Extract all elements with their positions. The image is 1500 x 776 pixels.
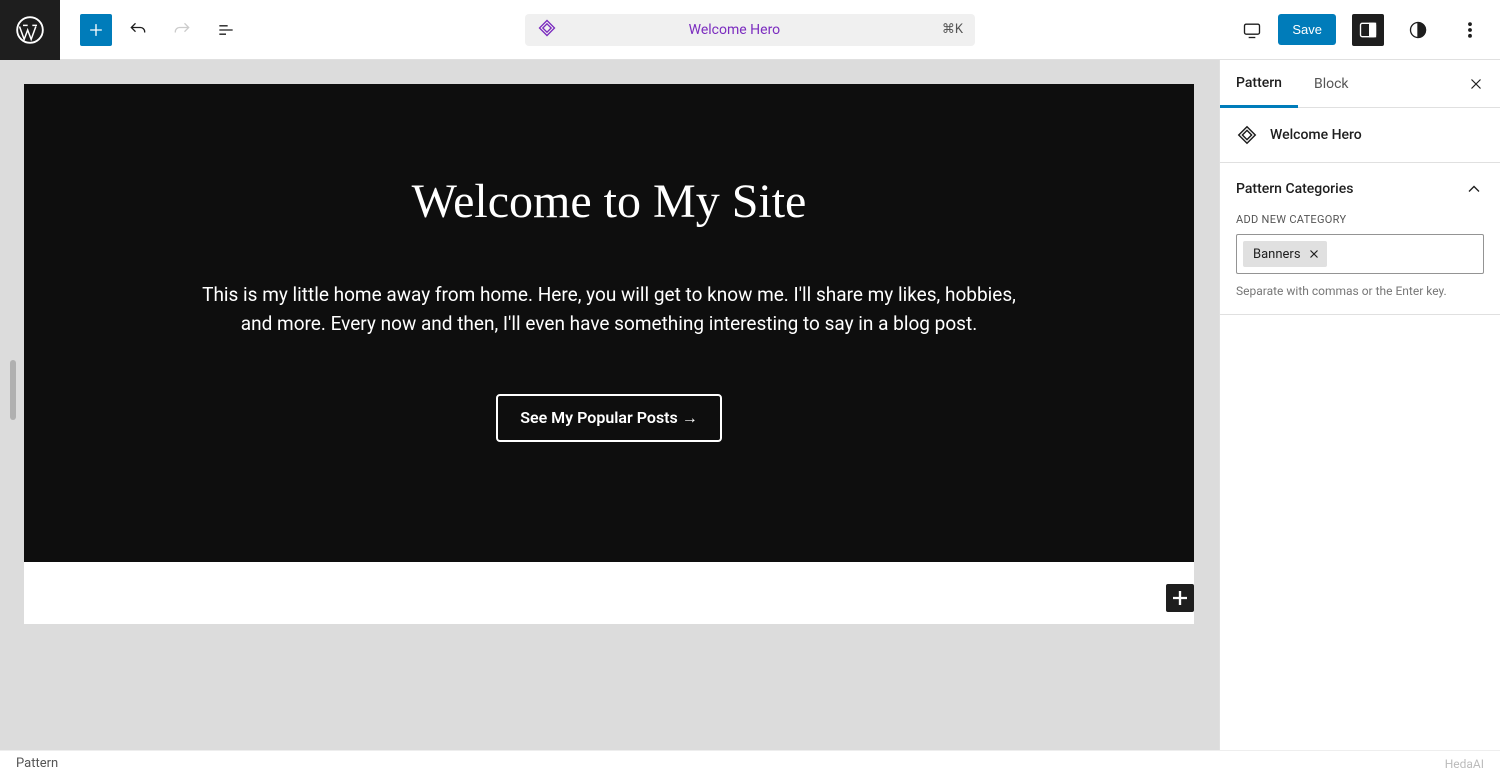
hero-cta-button[interactable]: See My Popular Posts →: [496, 394, 722, 442]
pattern-icon: [1236, 124, 1258, 146]
toolbar-right-group: Save: [1226, 12, 1500, 48]
close-icon: [1467, 75, 1485, 93]
tab-block[interactable]: Block: [1298, 60, 1365, 107]
options-menu-button[interactable]: [1452, 12, 1488, 48]
top-toolbar: Welcome Hero ⌘K Save: [0, 0, 1500, 60]
close-sidebar-button[interactable]: [1460, 68, 1492, 100]
category-tag-chip: Banners: [1243, 241, 1327, 267]
wordpress-logo-button[interactable]: [0, 0, 60, 60]
category-tag-input[interactable]: Banners: [1236, 234, 1484, 274]
document-title: Welcome Hero: [535, 22, 934, 38]
workspace: Welcome to My Site This is my little hom…: [0, 60, 1500, 750]
pattern-categories-panel: Pattern Categories ADD NEW CATEGORY Bann…: [1220, 163, 1500, 315]
settings-sidebar: Pattern Block Welcome Hero Pattern Categ…: [1219, 60, 1500, 750]
category-help-text: Separate with commas or the Enter key.: [1236, 284, 1484, 298]
chevron-up-icon: [1464, 179, 1484, 199]
pattern-summary-row[interactable]: Welcome Hero: [1220, 108, 1500, 163]
add-category-label: ADD NEW CATEGORY: [1236, 213, 1484, 226]
pattern-name-label: Welcome Hero: [1270, 127, 1362, 143]
kebab-icon: [1460, 20, 1480, 40]
undo-button[interactable]: [120, 12, 156, 48]
contrast-icon: [1408, 20, 1428, 40]
hero-cover-block[interactable]: Welcome to My Site This is my little hom…: [24, 84, 1194, 562]
hero-heading[interactable]: Welcome to My Site: [144, 174, 1074, 229]
styles-button[interactable]: [1400, 12, 1436, 48]
panel-toggle-categories[interactable]: Pattern Categories: [1236, 179, 1484, 199]
settings-sidebar-toggle[interactable]: [1352, 14, 1384, 46]
editor-canvas[interactable]: Welcome to My Site This is my little hom…: [24, 84, 1194, 624]
editor-footer: Pattern HedaAI: [0, 750, 1500, 776]
view-button[interactable]: [1234, 12, 1270, 48]
wordpress-icon: [16, 16, 44, 44]
editor-canvas-area: Welcome to My Site This is my little hom…: [0, 60, 1219, 750]
redo-icon: [172, 20, 192, 40]
list-view-icon: [216, 20, 236, 40]
category-text-field[interactable]: [1331, 241, 1477, 267]
tab-pattern[interactable]: Pattern: [1220, 61, 1298, 108]
resize-handle-left[interactable]: [10, 360, 16, 420]
block-breadcrumb[interactable]: Pattern: [16, 756, 58, 771]
panel-title: Pattern Categories: [1236, 181, 1353, 197]
hero-paragraph[interactable]: This is my little home away from home. H…: [199, 281, 1019, 338]
sidebar-tabs: Pattern Block: [1220, 60, 1500, 108]
empty-paragraph-block[interactable]: [24, 562, 1194, 624]
category-tag-text: Banners: [1253, 247, 1301, 262]
command-shortcut: ⌘K: [942, 22, 963, 37]
document-overview-button[interactable]: [208, 12, 244, 48]
undo-icon: [128, 20, 148, 40]
plus-icon: [86, 20, 106, 40]
redo-button[interactable]: [164, 12, 200, 48]
footer-brand: HedaAI: [1445, 757, 1484, 771]
plus-icon: [1166, 584, 1194, 612]
add-block-button[interactable]: [1166, 584, 1194, 612]
remove-tag-icon[interactable]: [1307, 247, 1321, 261]
sidebar-icon: [1358, 20, 1378, 40]
save-button[interactable]: Save: [1278, 14, 1336, 45]
desktop-icon: [1242, 20, 1262, 40]
block-inserter-button[interactable]: [80, 14, 112, 46]
document-title-bar[interactable]: Welcome Hero ⌘K: [525, 14, 975, 46]
